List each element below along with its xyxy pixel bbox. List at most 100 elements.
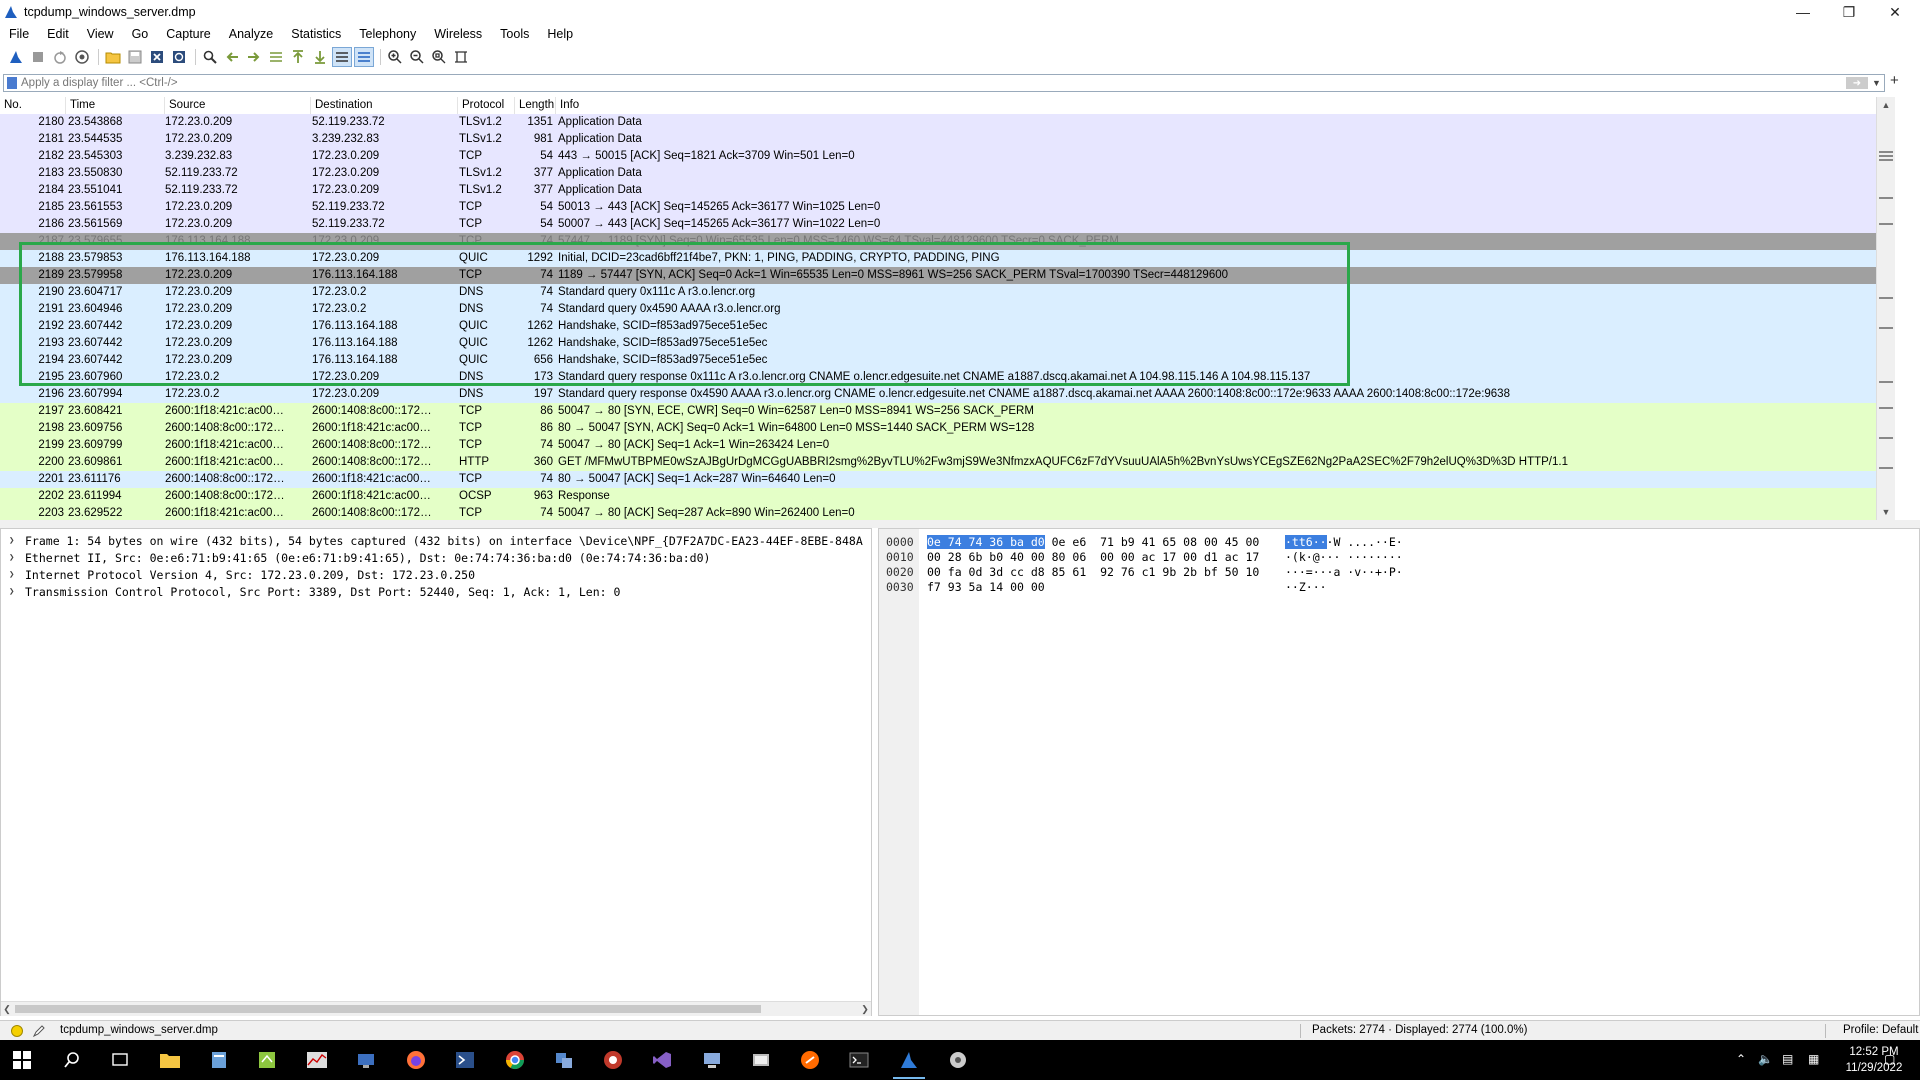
table-row[interactable]: 2201 23.611176 2600:1408:8c00::172… 2600:1f… [0,471,1876,488]
hex-ascii-rest[interactable]: ···=···a ·v··+·P· [1285,565,1403,579]
network-tool-icon[interactable] [552,1048,576,1072]
table-row[interactable]: 2180 23.543868 172.23.0.209 52.119.233.72 TL… [0,114,1876,131]
powershell-ise-icon[interactable] [453,1048,477,1072]
zoom-in-icon[interactable] [385,47,405,67]
chevron-right-icon[interactable]: ❯ [9,567,14,584]
restore-button[interactable]: ❐ [1826,0,1872,24]
server-manager-icon[interactable] [207,1048,231,1072]
hex-ascii[interactable]: ··Z··· [1285,580,1327,595]
hex-ascii-rest[interactable]: ·(k·@··· ········ [1285,550,1403,564]
normal-size-icon[interactable] [429,47,449,67]
language-icon[interactable]: ▦ [1808,1052,1819,1066]
column-header-source[interactable]: Source [165,97,311,114]
column-header-protocol[interactable]: Protocol [458,97,515,114]
computer-management-icon[interactable] [700,1048,724,1072]
notepad-plus-icon[interactable] [255,1048,279,1072]
hex-bytes[interactable]: 00 28 6b b0 40 00 80 06 00 00 ac 17 00 d… [927,550,1259,565]
settings-tool-icon[interactable] [946,1048,970,1072]
go-back-icon[interactable] [222,47,242,67]
scroll-down-icon[interactable]: ▼ [1877,504,1895,520]
search-icon[interactable] [60,1048,84,1072]
colorize-icon[interactable] [354,47,374,67]
visual-studio-icon[interactable] [650,1048,674,1072]
remote-desktop-icon[interactable] [354,1048,378,1072]
wireshark-taskbar-icon[interactable] [893,1048,925,1079]
go-first-packet-icon[interactable] [288,47,308,67]
table-row[interactable]: 2189 23.579958 172.23.0.209 176.113.164.188… [0,267,1876,284]
scroll-left-icon[interactable]: ❮ [1,1002,13,1016]
minimize-button[interactable]: — [1780,0,1826,24]
capture-comment-icon[interactable] [32,1024,46,1038]
menu-statistics[interactable]: Statistics [282,27,350,41]
system-clock[interactable]: 12:52 PM 11/29/2022 [1840,1044,1908,1076]
table-row[interactable]: 2186 23.561569 172.23.0.209 52.119.233.72 TC… [0,216,1876,233]
hex-bytes-rest[interactable]: 00 28 6b b0 40 00 80 06 00 00 ac 17 00 d… [927,550,1259,564]
table-row[interactable]: 2184 23.551041 52.119.233.72 172.23.0.209 TL… [0,182,1876,199]
chevron-right-icon[interactable]: ❯ [9,550,14,567]
table-row[interactable]: 2188 23.579853 176.113.164.188 172.23.0.209… [0,250,1876,267]
windows-start-icon[interactable] [10,1048,34,1072]
table-row[interactable]: 2191 23.604946 172.23.0.209 172.23.0.2 DNS 74… [0,301,1876,318]
capture-options-icon[interactable] [72,47,92,67]
go-last-packet-icon[interactable] [310,47,330,67]
display-filter-input[interactable] [21,77,1846,89]
scroll-thumb[interactable] [15,1005,761,1013]
column-header-destination[interactable]: Destination [311,97,458,114]
column-header-no[interactable]: No. [0,97,66,114]
hex-bytes-selected[interactable]: 0e 74 74 36 ba d0 [927,535,1045,549]
performance-monitor-icon[interactable] [305,1048,329,1072]
close-file-icon[interactable] [147,47,167,67]
hex-ascii-rest[interactable]: ·W ....··E· [1327,535,1403,549]
menu-telephony[interactable]: Telephony [350,27,425,41]
column-header-length[interactable]: Length [515,97,556,114]
stop-capture-icon[interactable] [28,47,48,67]
menu-capture[interactable]: Capture [157,27,219,41]
zoom-out-icon[interactable] [407,47,427,67]
reload-file-icon[interactable] [169,47,189,67]
detail-row-ethernet[interactable]: ❯ Ethernet II, Src: 0e:e6:71:b9:41:65 (0e… [1,550,871,567]
table-row[interactable]: 2196 23.607994 172.23.0.2 172.23.0.209 DNS 19… [0,386,1876,403]
volume-muted-icon[interactable]: 🔈 [1758,1052,1773,1066]
table-row[interactable]: 2193 23.607442 172.23.0.209 176.113.164.188… [0,335,1876,352]
menu-view[interactable]: View [78,27,123,41]
table-row[interactable]: 2203 23.629522 2600:1f18:421c:ac00… 2600:14… [0,505,1876,520]
go-to-packet-icon[interactable] [266,47,286,67]
table-row[interactable]: 2202 23.611994 2600:1408:8c00::172… 2600:1f… [0,488,1876,505]
network-icon[interactable]: ▤ [1782,1052,1793,1066]
table-row[interactable]: 2187 23.579655 176.113.164.188 172.23.0.209… [0,233,1876,250]
menu-wireless[interactable]: Wireless [425,27,491,41]
hyper-v-icon[interactable] [749,1048,773,1072]
hex-ascii-selected[interactable]: ·tt6·· [1285,535,1327,549]
command-prompt-icon[interactable] [847,1048,871,1072]
menu-analyze[interactable]: Analyze [220,27,282,41]
apply-filter-arrow-icon[interactable]: ➜ [1846,77,1868,89]
hex-ascii[interactable]: ·(k·@··· ········ [1285,550,1403,565]
menu-help[interactable]: Help [538,27,582,41]
table-row[interactable]: 2183 23.550830 52.119.233.72 172.23.0.209 TL… [0,165,1876,182]
menu-file[interactable]: File [0,27,38,41]
table-row[interactable]: 2194 23.607442 172.23.0.209 176.113.164.188… [0,352,1876,369]
save-file-icon[interactable] [125,47,145,67]
close-button[interactable]: ✕ [1872,0,1918,24]
hex-ascii[interactable]: ·tt6···W ....··E· [1285,535,1403,550]
table-row[interactable]: 2185 23.561553 172.23.0.209 52.119.233.72 TC… [0,199,1876,216]
file-explorer-icon[interactable] [158,1048,182,1072]
menu-edit[interactable]: Edit [38,27,78,41]
hex-bytes[interactable]: f7 93 5a 14 00 00 [927,580,1045,595]
detail-row-tcp[interactable]: ❯ Transmission Control Protocol, Src Port… [1,584,871,601]
filter-bookmark-icon[interactable] [7,77,17,89]
filter-history-chevron-down-icon[interactable]: ▼ [1872,78,1884,88]
go-forward-icon[interactable] [244,47,264,67]
hex-bytes[interactable]: 0e 74 74 36 ba d0 0e e6 71 b9 41 65 08 0… [927,535,1259,550]
add-filter-button-plus-icon[interactable]: + [1890,72,1899,89]
chrome-icon[interactable] [503,1048,527,1072]
autoscroll-icon[interactable] [332,47,352,67]
hex-bytes-rest[interactable]: 00 fa 0d 3d cc d8 85 61 92 76 c1 9b 2b b… [927,565,1259,579]
hex-bytes-rest[interactable]: 0e e6 71 b9 41 65 08 00 45 00 [1045,535,1260,549]
table-row[interactable]: 2197 23.608421 2600:1f18:421c:ac00… 2600:14… [0,403,1876,420]
table-row[interactable]: 2198 23.609756 2600:1408:8c00::172… 2600:1f… [0,420,1876,437]
column-header-info[interactable]: Info [556,97,1876,114]
table-row[interactable]: 2182 23.545303 3.239.232.83 172.23.0.209 TCP… [0,148,1876,165]
menu-tools[interactable]: Tools [491,27,538,41]
hex-bytes-rest[interactable]: f7 93 5a 14 00 00 [927,580,1045,594]
